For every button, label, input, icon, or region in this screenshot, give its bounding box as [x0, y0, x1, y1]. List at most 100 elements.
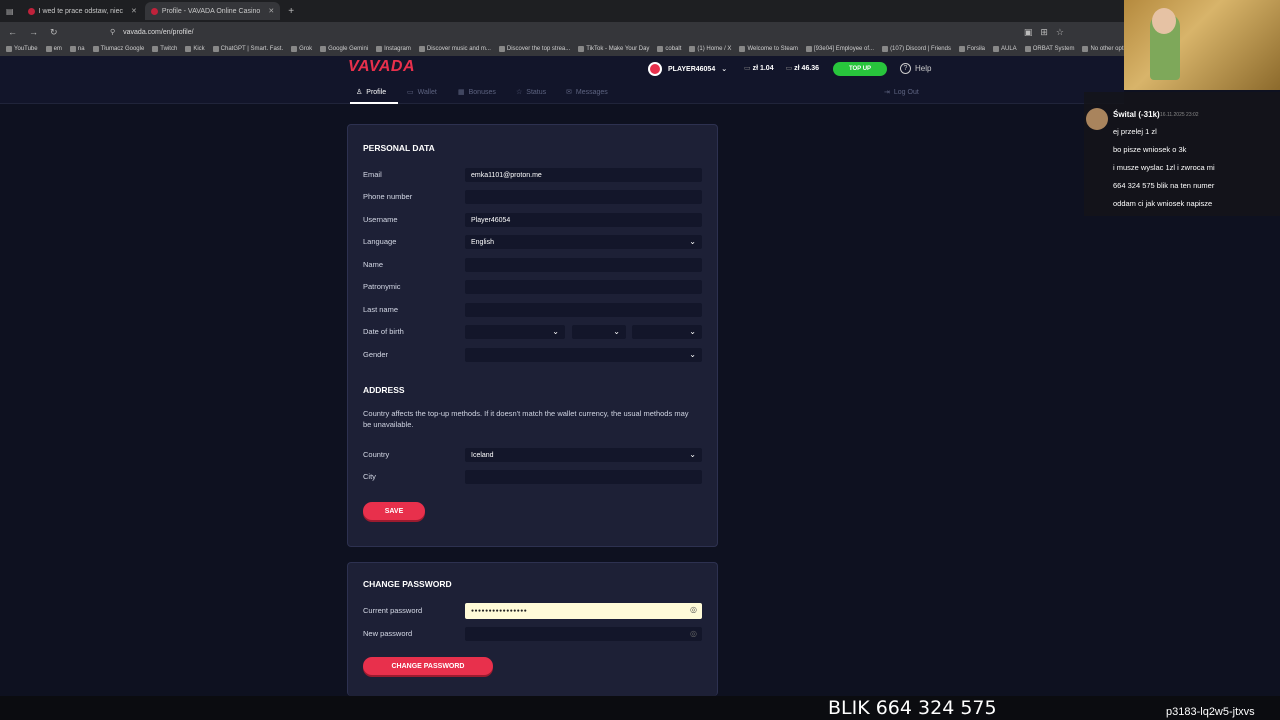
vavada-icon [150, 7, 158, 15]
name-field[interactable] [465, 258, 702, 272]
dob-day-select[interactable]: ⌄ [465, 325, 565, 339]
bonus-balance[interactable]: ▭ zł 46.36 [786, 64, 820, 72]
bookmark-star-icon[interactable]: ☆ [1056, 27, 1064, 38]
bookmark-label: TikTok - Make Your Day [586, 46, 650, 52]
dob-month-select[interactable]: ⌄ [572, 325, 626, 339]
bookmark-item[interactable]: ChatGPT | Smart. Fast. [212, 46, 283, 52]
change-password-button[interactable]: CHANGE PASSWORD [363, 657, 493, 675]
patronymic-field[interactable] [465, 280, 702, 294]
browser-tab-bar: ▤ I wed te prace odstaw, niec ✕ Profile … [0, 0, 1124, 22]
email-value: emka1101@proton.me [471, 171, 542, 179]
bookmark-item[interactable]: Discover music and m... [418, 46, 491, 52]
bookmark-item[interactable]: (1) Home / X [689, 46, 731, 52]
bookmark-label: Forsiła [966, 46, 985, 52]
close-tab-icon[interactable]: ✕ [268, 7, 274, 15]
bookmark-item[interactable]: Welcome to Steam [739, 46, 798, 52]
url-field[interactable]: vavada.com/en/profile/ [123, 29, 193, 36]
eye-icon[interactable]: ◎ [690, 605, 697, 614]
bookmark-item[interactable]: Forsiła [958, 46, 985, 52]
back-icon[interactable]: ← [8, 27, 17, 38]
bookmark-favicon-icon [657, 46, 664, 52]
tab-profile[interactable]: Profile - VAVADA Online Casino ✕ [144, 2, 281, 20]
bookmark-favicon-icon [212, 46, 219, 52]
tab-bonuses[interactable]: ▦ Bonuses [458, 88, 496, 97]
tab-wallet[interactable]: ▭ Wallet [407, 88, 437, 97]
gender-select[interactable]: ⌄ [465, 348, 702, 362]
tab-profile-section[interactable]: ♙ Profile [356, 88, 386, 97]
reload-icon[interactable]: ↻ [50, 27, 58, 38]
new-password-field[interactable]: ◎ [465, 627, 702, 641]
top-up-button[interactable]: TOP UP [833, 62, 887, 76]
last-name-field[interactable] [465, 303, 702, 317]
current-password-field[interactable]: ●●●●●●●●●●●●●●●● ◎ [465, 603, 702, 619]
email-label: Email [363, 170, 382, 179]
tab-list-icon[interactable]: ▤ [0, 7, 20, 16]
username-field[interactable]: Player46054 [465, 213, 702, 227]
tab-youtube[interactable]: I wed te prace odstaw, niec ✕ [22, 2, 143, 20]
tab-label: Messages [575, 88, 608, 96]
tab-status[interactable]: ☆ Status [516, 88, 546, 97]
bookmark-label: Discover the top strea... [506, 46, 571, 52]
bookmark-favicon-icon [320, 46, 327, 52]
phone-field[interactable] [465, 190, 702, 204]
bookmark-item[interactable]: Tłumacz Google [92, 46, 144, 52]
country-value: Iceland [471, 451, 494, 459]
bookmark-item[interactable]: Discover the top strea... [498, 46, 571, 52]
translate-icon[interactable]: ⊞ [1040, 27, 1048, 38]
bookmark-label: Grok [299, 46, 313, 52]
bookmark-favicon-icon [689, 46, 696, 52]
bookmark-item[interactable]: Grok [291, 46, 312, 52]
bookmark-item[interactable]: (107) Discord | Friends [882, 46, 951, 52]
logout-link[interactable]: ⇥ Log Out [884, 88, 919, 97]
bookmark-favicon-icon [498, 46, 505, 52]
bookmark-item[interactable]: Google Gemini [320, 46, 368, 52]
bookmark-item[interactable]: Instagram [376, 46, 411, 52]
bookmark-item[interactable]: Twitch [152, 46, 177, 52]
bookmark-item[interactable]: AULA [993, 46, 1017, 52]
language-select[interactable]: English ⌄ [465, 235, 702, 249]
tab-messages[interactable]: ✉ Messages [566, 88, 608, 97]
bookmark-item[interactable]: Kick [185, 46, 205, 52]
country-select[interactable]: Iceland ⌄ [465, 448, 702, 462]
bookmark-favicon-icon [291, 46, 298, 52]
close-tab-icon[interactable]: ✕ [131, 7, 137, 15]
bookmark-label: (107) Discord | Friends [890, 46, 951, 52]
site-logo[interactable]: VAVADA [348, 58, 415, 76]
username-value: Player46054 [471, 216, 511, 224]
bookmark-item[interactable]: No other opti [1082, 46, 1124, 52]
bookmark-item[interactable]: cobalt [657, 46, 681, 52]
chevron-down-icon: ⌄ [689, 350, 696, 359]
help-icon: ? [900, 63, 911, 74]
extension-icon[interactable]: ▣ [1024, 27, 1033, 38]
chevron-down-icon: ⌄ [613, 327, 620, 336]
wallet-icon: ▭ [744, 65, 751, 72]
address-note: Country affects the top-up methods. If i… [363, 409, 689, 429]
bookmark-item[interactable]: YouTube [6, 46, 38, 52]
chat-avatar [1086, 108, 1108, 130]
bookmark-item[interactable]: [93e04] Employee of... [806, 46, 874, 52]
player-name: PLAYER46054 [668, 65, 716, 73]
bonus-wallet-icon: ▭ [785, 65, 793, 72]
save-button[interactable]: SAVE [363, 502, 425, 520]
help-link[interactable]: ? Help [900, 63, 931, 74]
email-field[interactable]: emka1101@proton.me [465, 168, 702, 182]
city-field[interactable] [465, 470, 702, 484]
address-bar: ← → ↻ ⚲ vavada.com/en/profile/ ▣ ⊞ ☆ [0, 22, 1124, 42]
chevron-down-icon: ⌄ [689, 450, 696, 459]
bookmark-item[interactable]: ORBAT System [1024, 46, 1074, 52]
dob-year-select[interactable]: ⌄ [632, 325, 702, 339]
bookmark-label: Welcome to Steam [747, 46, 799, 52]
webcam-overlay [1124, 0, 1280, 90]
site-info-icon[interactable]: ⚲ [110, 28, 115, 36]
bookmark-item[interactable]: em [45, 46, 62, 52]
eye-icon[interactable]: ◎ [690, 629, 697, 638]
wallet-balance[interactable]: ▭ zł 1.04 [744, 64, 774, 72]
site-header [0, 56, 1124, 82]
forward-icon[interactable]: → [29, 27, 38, 38]
chat-message: i musze wyslac 1zl i zwroca mi [1113, 163, 1215, 172]
new-tab-icon[interactable]: + [288, 6, 294, 17]
bookmark-item[interactable]: TikTok - Make Your Day [578, 46, 649, 52]
bookmark-label: AULA [1001, 46, 1017, 52]
player-menu[interactable]: PLAYER46054 ⌄ [648, 62, 727, 76]
bookmark-item[interactable]: na [69, 46, 85, 52]
